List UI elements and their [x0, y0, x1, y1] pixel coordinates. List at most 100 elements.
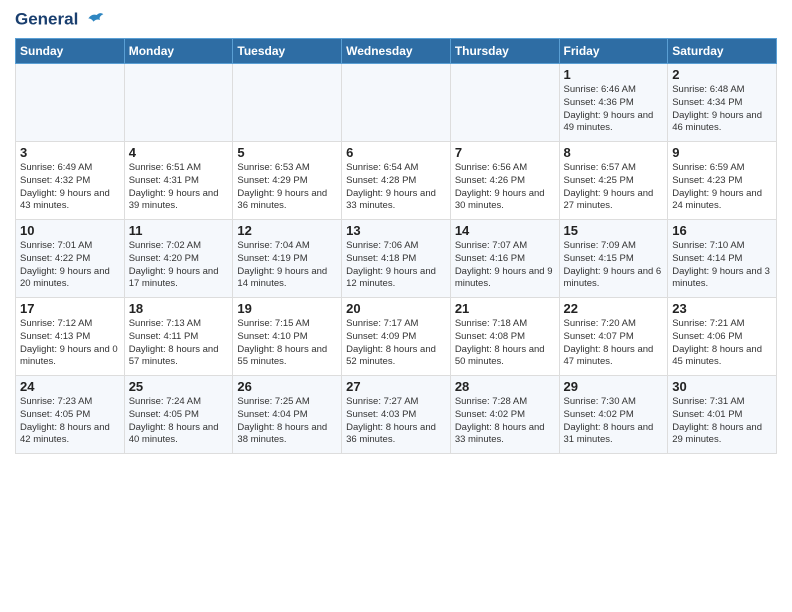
calendar-cell: 24Sunrise: 7:23 AM Sunset: 4:05 PM Dayli… — [16, 376, 125, 454]
day-info: Sunrise: 7:09 AM Sunset: 4:15 PM Dayligh… — [564, 240, 664, 291]
calendar-cell: 19Sunrise: 7:15 AM Sunset: 4:10 PM Dayli… — [233, 298, 342, 376]
day-info: Sunrise: 6:46 AM Sunset: 4:36 PM Dayligh… — [564, 84, 664, 135]
calendar-week-row: 10Sunrise: 7:01 AM Sunset: 4:22 PM Dayli… — [16, 220, 777, 298]
day-info: Sunrise: 7:18 AM Sunset: 4:08 PM Dayligh… — [455, 318, 555, 369]
day-number: 20 — [346, 301, 446, 316]
day-number: 29 — [564, 379, 664, 394]
logo-line1: General — [15, 9, 78, 28]
day-number: 7 — [455, 145, 555, 160]
calendar-week-row: 24Sunrise: 7:23 AM Sunset: 4:05 PM Dayli… — [16, 376, 777, 454]
day-number: 3 — [20, 145, 120, 160]
calendar-cell: 25 Sunrise: 7:24 AM Sunset: 4:05 PM Dayli… — [124, 376, 233, 454]
day-info: Sunrise: 7:04 AM Sunset: 4:19 PM Dayligh… — [237, 240, 337, 291]
calendar-cell: 9Sunrise: 6:59 AM Sunset: 4:23 PM Daylig… — [668, 142, 777, 220]
calendar-cell: 22 Sunrise: 7:20 AM Sunset: 4:07 PM Dayli… — [559, 298, 668, 376]
weekday-header-sunday: Sunday — [16, 39, 125, 64]
day-info: Sunrise: 6:51 AM Sunset: 4:31 PM Dayligh… — [129, 162, 229, 213]
day-number: 25 — [129, 379, 229, 394]
day-info: Sunrise: 7:27 AM Sunset: 4:03 PM Dayligh… — [346, 396, 446, 447]
weekday-header-saturday: Saturday — [668, 39, 777, 64]
calendar-cell: 1 Sunrise: 6:46 AM Sunset: 4:36 PM Daylig… — [559, 64, 668, 142]
page-header: General — [15, 10, 777, 30]
logo: General — [15, 10, 105, 30]
day-number: 4 — [129, 145, 229, 160]
weekday-header-tuesday: Tuesday — [233, 39, 342, 64]
day-info: Sunrise: 7:10 AM Sunset: 4:14 PM Dayligh… — [672, 240, 772, 291]
calendar-cell: 4 Sunrise: 6:51 AM Sunset: 4:31 PM Daylig… — [124, 142, 233, 220]
calendar-table: SundayMondayTuesdayWednesdayThursdayFrid… — [15, 38, 777, 454]
day-number: 18 — [129, 301, 229, 316]
day-info: Sunrise: 7:31 AM Sunset: 4:01 PM Dayligh… — [672, 396, 772, 447]
calendar-cell: 11Sunrise: 7:02 AM Sunset: 4:20 PM Dayli… — [124, 220, 233, 298]
day-info: Sunrise: 6:57 AM Sunset: 4:25 PM Dayligh… — [564, 162, 664, 213]
day-number: 8 — [564, 145, 664, 160]
day-number: 21 — [455, 301, 555, 316]
calendar-cell: 15 Sunrise: 7:09 AM Sunset: 4:15 PM Dayli… — [559, 220, 668, 298]
day-number: 13 — [346, 223, 446, 238]
calendar-cell: 23Sunrise: 7:21 AM Sunset: 4:06 PM Dayli… — [668, 298, 777, 376]
day-info: Sunrise: 7:30 AM Sunset: 4:02 PM Dayligh… — [564, 396, 664, 447]
page-container: General SundayMondayTuesdayWednesdayThur… — [0, 0, 792, 464]
day-info: Sunrise: 7:20 AM Sunset: 4:07 PM Dayligh… — [564, 318, 664, 369]
day-info: Sunrise: 7:06 AM Sunset: 4:18 PM Dayligh… — [346, 240, 446, 291]
day-info: Sunrise: 6:53 AM Sunset: 4:29 PM Dayligh… — [237, 162, 337, 213]
calendar-cell — [450, 64, 559, 142]
calendar-cell: 30 Sunrise: 7:31 AM Sunset: 4:01 PM Dayli… — [668, 376, 777, 454]
calendar-cell: 28Sunrise: 7:28 AM Sunset: 4:02 PM Dayli… — [450, 376, 559, 454]
calendar-cell: 17Sunrise: 7:12 AM Sunset: 4:13 PM Dayli… — [16, 298, 125, 376]
day-number: 16 — [672, 223, 772, 238]
day-number: 15 — [564, 223, 664, 238]
day-number: 26 — [237, 379, 337, 394]
day-number: 6 — [346, 145, 446, 160]
day-info: Sunrise: 7:24 AM Sunset: 4:05 PM Dayligh… — [129, 396, 229, 447]
calendar-cell: 20 Sunrise: 7:17 AM Sunset: 4:09 PM Dayli… — [342, 298, 451, 376]
day-info: Sunrise: 6:56 AM Sunset: 4:26 PM Dayligh… — [455, 162, 555, 213]
calendar-cell: 14 Sunrise: 7:07 AM Sunset: 4:16 PM Dayli… — [450, 220, 559, 298]
weekday-header-monday: Monday — [124, 39, 233, 64]
calendar-cell: 21 Sunrise: 7:18 AM Sunset: 4:08 PM Dayli… — [450, 298, 559, 376]
calendar-cell: 3 Sunrise: 6:49 AM Sunset: 4:32 PM Daylig… — [16, 142, 125, 220]
calendar-cell: 5Sunrise: 6:53 AM Sunset: 4:29 PM Daylig… — [233, 142, 342, 220]
weekday-header-wednesday: Wednesday — [342, 39, 451, 64]
day-info: Sunrise: 7:13 AM Sunset: 4:11 PM Dayligh… — [129, 318, 229, 369]
day-number: 10 — [20, 223, 120, 238]
calendar-week-row: 17Sunrise: 7:12 AM Sunset: 4:13 PM Dayli… — [16, 298, 777, 376]
day-info: Sunrise: 6:49 AM Sunset: 4:32 PM Dayligh… — [20, 162, 120, 213]
day-number: 12 — [237, 223, 337, 238]
day-info: Sunrise: 7:21 AM Sunset: 4:06 PM Dayligh… — [672, 318, 772, 369]
calendar-cell: 7 Sunrise: 6:56 AM Sunset: 4:26 PM Daylig… — [450, 142, 559, 220]
calendar-cell: 27 Sunrise: 7:27 AM Sunset: 4:03 PM Dayli… — [342, 376, 451, 454]
calendar-cell — [233, 64, 342, 142]
calendar-cell: 8 Sunrise: 6:57 AM Sunset: 4:25 PM Daylig… — [559, 142, 668, 220]
calendar-header-row: SundayMondayTuesdayWednesdayThursdayFrid… — [16, 39, 777, 64]
calendar-cell: 10Sunrise: 7:01 AM Sunset: 4:22 PM Dayli… — [16, 220, 125, 298]
day-info: Sunrise: 7:17 AM Sunset: 4:09 PM Dayligh… — [346, 318, 446, 369]
day-info: Sunrise: 7:25 AM Sunset: 4:04 PM Dayligh… — [237, 396, 337, 447]
weekday-header-friday: Friday — [559, 39, 668, 64]
calendar-cell: 29 Sunrise: 7:30 AM Sunset: 4:02 PM Dayli… — [559, 376, 668, 454]
calendar-cell: 6Sunrise: 6:54 AM Sunset: 4:28 PM Daylig… — [342, 142, 451, 220]
day-info: Sunrise: 7:15 AM Sunset: 4:10 PM Dayligh… — [237, 318, 337, 369]
calendar-cell — [342, 64, 451, 142]
calendar-cell: 18 Sunrise: 7:13 AM Sunset: 4:11 PM Dayli… — [124, 298, 233, 376]
calendar-cell: 2Sunrise: 6:48 AM Sunset: 4:34 PM Daylig… — [668, 64, 777, 142]
day-number: 9 — [672, 145, 772, 160]
day-number: 30 — [672, 379, 772, 394]
day-number: 28 — [455, 379, 555, 394]
day-number: 1 — [564, 67, 664, 82]
day-number: 14 — [455, 223, 555, 238]
calendar-week-row: 1 Sunrise: 6:46 AM Sunset: 4:36 PM Daylig… — [16, 64, 777, 142]
day-number: 22 — [564, 301, 664, 316]
calendar-cell: 16 Sunrise: 7:10 AM Sunset: 4:14 PM Dayli… — [668, 220, 777, 298]
day-info: Sunrise: 7:07 AM Sunset: 4:16 PM Dayligh… — [455, 240, 555, 291]
calendar-week-row: 3 Sunrise: 6:49 AM Sunset: 4:32 PM Daylig… — [16, 142, 777, 220]
calendar-cell — [16, 64, 125, 142]
day-number: 24 — [20, 379, 120, 394]
day-number: 17 — [20, 301, 120, 316]
day-number: 2 — [672, 67, 772, 82]
calendar-cell — [124, 64, 233, 142]
calendar-cell: 12 Sunrise: 7:04 AM Sunset: 4:19 PM Dayli… — [233, 220, 342, 298]
day-number: 11 — [129, 223, 229, 238]
day-number: 27 — [346, 379, 446, 394]
calendar-cell: 13 Sunrise: 7:06 AM Sunset: 4:18 PM Dayli… — [342, 220, 451, 298]
